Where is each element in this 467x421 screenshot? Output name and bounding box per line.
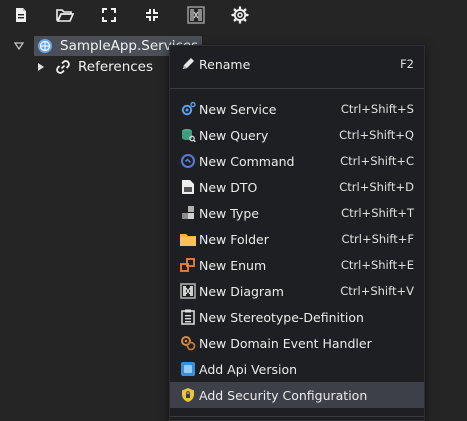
menu-item-new-domain-event-handler[interactable]: New Domain Event Handler xyxy=(170,330,424,356)
menu-item-shortcut: Ctrl+Shift+V xyxy=(340,284,414,298)
menu-item-label: New Enum xyxy=(199,257,267,273)
menu-item-new-diagram[interactable]: New Diagram Ctrl+Shift+V xyxy=(170,278,424,304)
menu-item-shortcut: F2 xyxy=(400,57,414,71)
menu-item-new-enum[interactable]: New Enum Ctrl+Shift+E xyxy=(170,252,424,278)
menu-item-new-command[interactable]: New Command Ctrl+Shift+C xyxy=(170,148,424,174)
diagram-icon xyxy=(180,283,196,299)
menu-item-shortcut: Ctrl+Shift+S xyxy=(340,102,414,116)
menu-item-label: Rename xyxy=(199,56,251,72)
menu-separator xyxy=(170,416,424,417)
enum-icon xyxy=(180,257,196,273)
open-folder-button[interactable] xyxy=(55,5,75,25)
dto-icon xyxy=(180,179,196,195)
menu-item-label: New DTO xyxy=(199,179,258,195)
collapse-all-icon xyxy=(146,9,158,21)
diagram-button[interactable] xyxy=(186,5,206,25)
globe-icon xyxy=(36,37,54,55)
menu-item-rename[interactable]: Rename F2 xyxy=(170,51,424,77)
menu-item-new-folder[interactable]: New Folder Ctrl+Shift+F xyxy=(170,226,424,252)
menu-item-add-security-configuration[interactable]: Add Security Configuration xyxy=(170,382,424,408)
menu-item-new-type[interactable]: New Type Ctrl+Shift+T xyxy=(170,200,424,226)
diagram-icon xyxy=(187,6,205,24)
menu-item-new-stereotype-definition[interactable]: New Stereotype-Definition xyxy=(170,304,424,330)
menu-item-new-service[interactable]: New Service Ctrl+Shift+S xyxy=(170,96,424,122)
menu-item-label: New Folder xyxy=(199,231,269,247)
menu-item-label: New Type xyxy=(199,205,259,221)
folder-icon xyxy=(180,231,196,247)
api-version-icon xyxy=(180,361,196,377)
menu-item-add-api-version[interactable]: Add Api Version xyxy=(170,356,424,382)
expander-collapsed-icon[interactable] xyxy=(34,60,48,74)
query-icon xyxy=(180,127,196,143)
pencil-icon xyxy=(180,56,196,72)
menu-item-shortcut: Ctrl+Shift+F xyxy=(341,232,415,246)
menu-item-shortcut: Ctrl+Shift+D xyxy=(339,180,414,194)
expand-all-icon xyxy=(102,8,116,22)
menu-item-new-query[interactable]: New Query Ctrl+Shift+Q xyxy=(170,122,424,148)
menu-item-shortcut: Ctrl+Shift+Q xyxy=(339,128,414,142)
gear-icon xyxy=(231,6,249,24)
menu-item-label: New Stereotype-Definition xyxy=(199,309,364,325)
command-icon xyxy=(180,153,196,169)
menu-item-shortcut: Ctrl+Shift+T xyxy=(341,206,414,220)
event-handler-icon xyxy=(180,335,196,351)
new-file-icon xyxy=(16,8,26,22)
menu-separator xyxy=(170,88,424,89)
menu-item-shortcut: Ctrl+Shift+C xyxy=(340,154,414,168)
stereotype-icon xyxy=(180,309,196,325)
expander-expanded-icon[interactable] xyxy=(12,39,26,53)
context-menu: Rename F2 New Service Ctrl+Shift+S New Q… xyxy=(169,45,425,421)
menu-item-label: Add Api Version xyxy=(199,361,298,377)
link-icon xyxy=(54,58,72,76)
collapse-all-button[interactable] xyxy=(142,5,162,25)
menu-item-label: Add Security Configuration xyxy=(199,387,368,403)
new-file-button[interactable] xyxy=(11,5,31,25)
menu-item-shortcut: Ctrl+Shift+E xyxy=(340,258,414,272)
service-icon xyxy=(180,101,196,117)
toolbar xyxy=(0,0,467,30)
security-shield-icon xyxy=(180,387,196,403)
menu-item-label: New Service xyxy=(199,101,277,117)
settings-button[interactable] xyxy=(230,5,250,25)
open-folder-icon xyxy=(56,9,74,22)
expand-all-button[interactable] xyxy=(99,5,119,25)
menu-item-label: New Diagram xyxy=(199,283,284,299)
menu-item-label: New Domain Event Handler xyxy=(199,335,372,351)
menu-item-new-dto[interactable]: New DTO Ctrl+Shift+D xyxy=(170,174,424,200)
menu-item-label: New Query xyxy=(199,127,269,143)
tree-node-references-label: References xyxy=(78,59,154,75)
type-icon xyxy=(180,205,196,221)
tree-node-references[interactable]: References xyxy=(34,56,153,78)
menu-item-label: New Command xyxy=(199,153,295,169)
